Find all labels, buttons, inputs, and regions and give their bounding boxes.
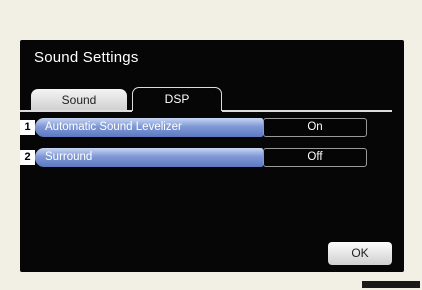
row-number-1: 1 [20, 120, 35, 135]
sound-settings-screen: Sound Settings Sound DSP 1 Automatic Sou… [20, 40, 404, 272]
ok-button[interactable]: OK [328, 242, 392, 265]
tab-divider-right [222, 110, 392, 112]
surround-value: Off [263, 148, 367, 167]
tab-sound[interactable]: Sound [31, 89, 127, 111]
row-number-2: 2 [20, 150, 35, 165]
automatic-sound-levelizer-button[interactable]: Automatic Sound Levelizer [35, 118, 263, 137]
tab-divider-left [20, 110, 132, 112]
corner-mark [362, 281, 420, 288]
screen-title: Sound Settings [34, 49, 139, 66]
surround-button[interactable]: Surround [35, 148, 263, 167]
automatic-sound-levelizer-value: On [263, 118, 367, 137]
tab-dsp[interactable]: DSP [132, 87, 222, 111]
